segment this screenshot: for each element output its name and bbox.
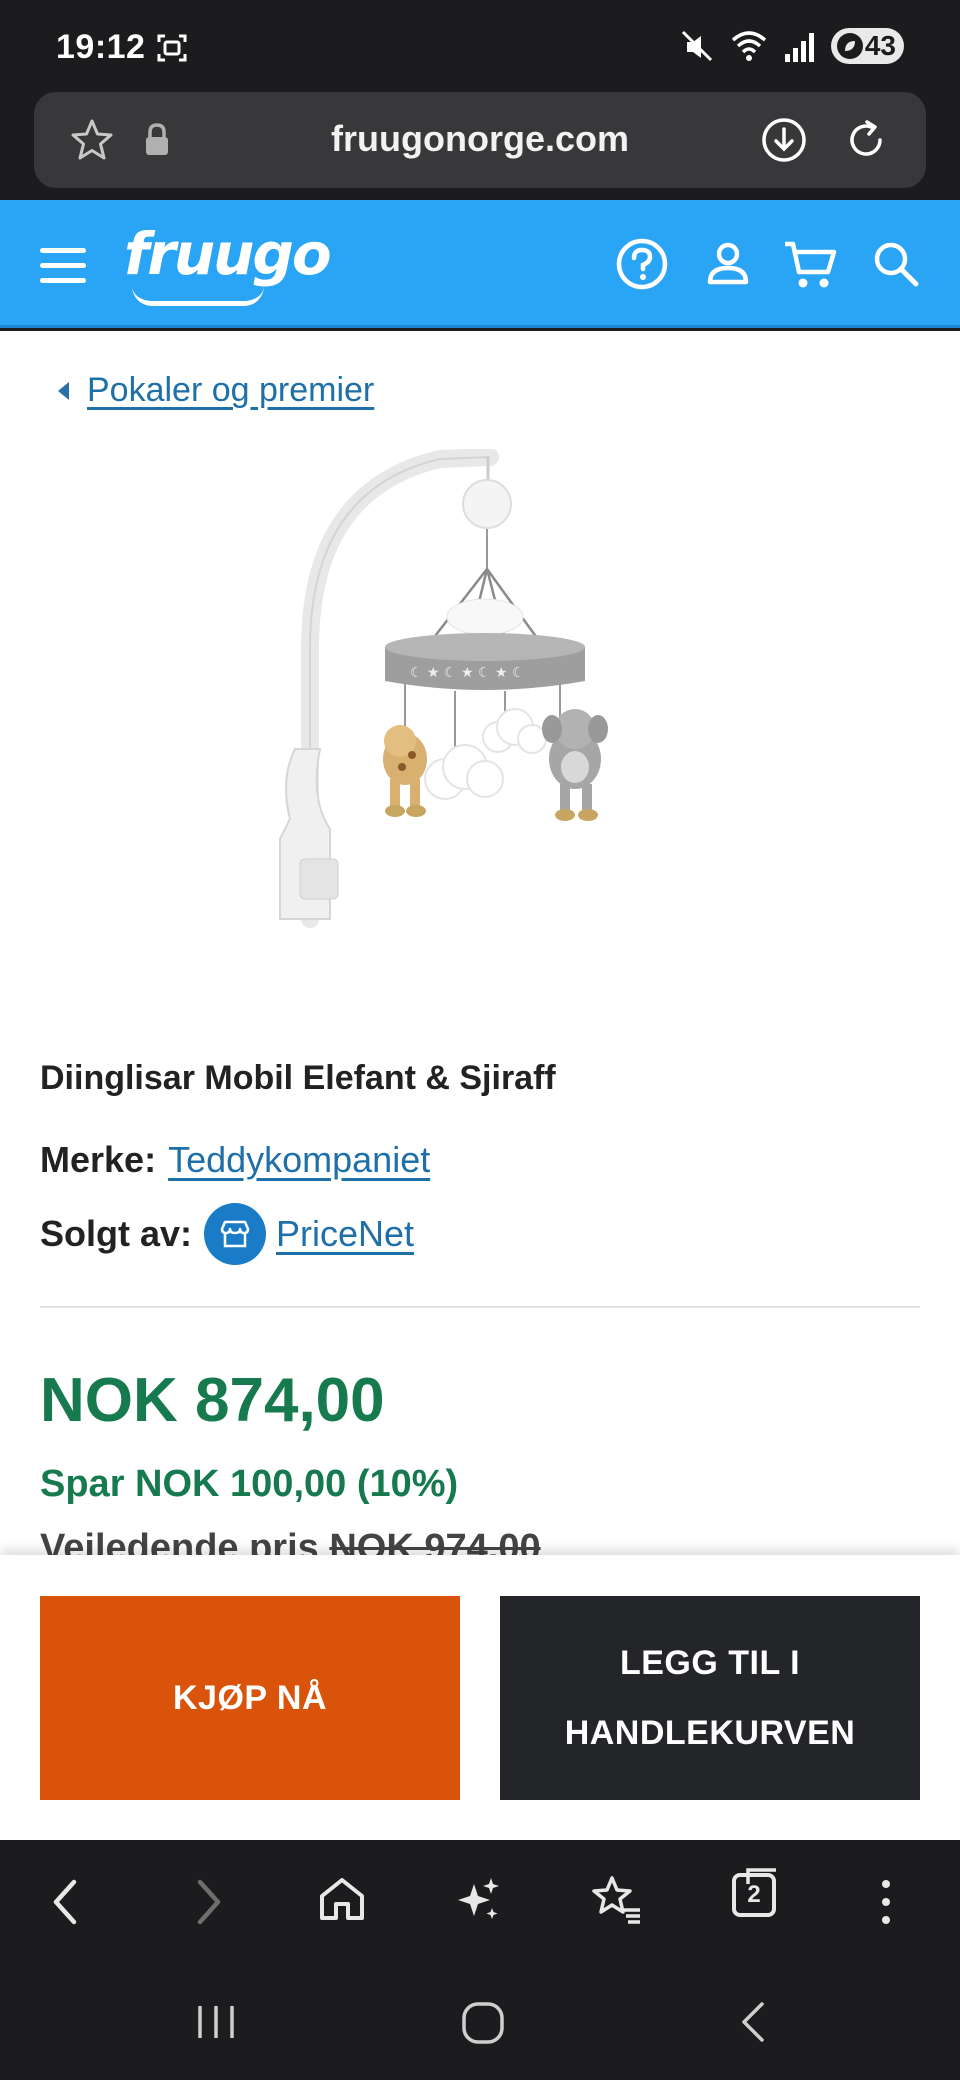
download-icon[interactable] (760, 116, 808, 164)
wifi-icon (731, 31, 766, 61)
product-image[interactable]: ☾ ★ ☾ ★ ☾ ★ ☾ (240, 449, 710, 939)
brand-link[interactable]: Teddykompaniet (168, 1139, 430, 1181)
battery-saver-icon (836, 33, 863, 59)
tabs-stack-icon (746, 1868, 776, 1884)
system-navigation-bar (0, 1964, 960, 2080)
breadcrumb-link[interactable]: Pokaler og premier (87, 371, 374, 410)
add-to-cart-button[interactable]: LEGG TIL I HANDLEKURVEN (500, 1596, 920, 1800)
rrp-value: NOK 974,00 (329, 1527, 541, 1555)
logo-smile (132, 286, 264, 306)
seller-link[interactable]: PriceNet (276, 1213, 414, 1255)
screenshot-icon (157, 34, 187, 62)
help-icon[interactable] (614, 236, 670, 292)
reload-icon[interactable] (842, 116, 890, 164)
buy-now-button[interactable]: KJØP NÅ (40, 1596, 460, 1800)
forward-icon[interactable] (188, 1874, 228, 1930)
add-to-cart-label-line1: LEGG TIL I (619, 1644, 801, 1682)
battery-indicator: 43 (830, 28, 904, 64)
status-time: 19:12 (56, 28, 146, 66)
back-arrow-icon (58, 381, 69, 400)
savings-text: Spar NOK 100,00 (10%) (40, 1463, 459, 1505)
battery-level: 43 (864, 30, 896, 61)
product-title: Diinglisar Mobil Elefant & Sjiraff (40, 1059, 556, 1097)
browser-url-area: fruugonorge.com (0, 92, 960, 200)
mute-icon (681, 30, 712, 62)
product-page: Pokaler og premier ☾ ★ ☾ ★ ☾ ★ ☾ Diingli… (0, 331, 960, 1555)
store-icon (204, 1203, 267, 1265)
account-icon[interactable] (700, 236, 756, 292)
divider (40, 1306, 920, 1308)
more-options-icon[interactable] (874, 1874, 898, 1930)
signal-icon (784, 33, 814, 62)
browser-toolbar: 2 (0, 1840, 960, 1964)
back-nav-icon[interactable] (736, 2000, 772, 2044)
home-nav-icon[interactable] (460, 2000, 506, 2046)
back-icon[interactable] (46, 1874, 86, 1930)
site-header: fruugo (0, 200, 960, 328)
home-icon[interactable] (316, 1874, 368, 1926)
brand-row: Merke: Teddykompaniet (40, 1139, 430, 1181)
address-bar[interactable]: fruugonorge.com (34, 92, 926, 188)
rrp-label: Veiledende pris (40, 1527, 319, 1555)
status-bar: 19:12 43 (0, 0, 960, 92)
seller-label: Solgt av: (40, 1213, 193, 1254)
search-icon[interactable] (868, 236, 924, 292)
breadcrumb[interactable]: Pokaler og premier (58, 371, 374, 410)
menu-icon[interactable] (40, 248, 86, 284)
sparkle-icon[interactable] (452, 1874, 504, 1926)
fruugo-logo[interactable]: fruugo (124, 220, 332, 288)
svg-text:☾ ★ ☾ ★ ☾ ★ ☾: ☾ ★ ☾ ★ ☾ ★ ☾ (410, 665, 525, 681)
add-to-cart-label-line2: HANDLEKURVEN (564, 1714, 856, 1752)
seller-row: Solgt av: PriceNet (40, 1203, 414, 1265)
brand-label: Merke: (40, 1139, 157, 1180)
recommended-price: Veiledende pris NOK 974,00 (40, 1527, 541, 1555)
recent-apps-icon[interactable] (192, 2000, 240, 2044)
cart-icon[interactable] (782, 236, 840, 292)
bookmarks-icon[interactable] (590, 1874, 644, 1926)
action-bar: KJØP NÅ LEGG TIL I HANDLEKURVEN (0, 1555, 960, 1840)
price: NOK 874,00 (40, 1366, 385, 1435)
